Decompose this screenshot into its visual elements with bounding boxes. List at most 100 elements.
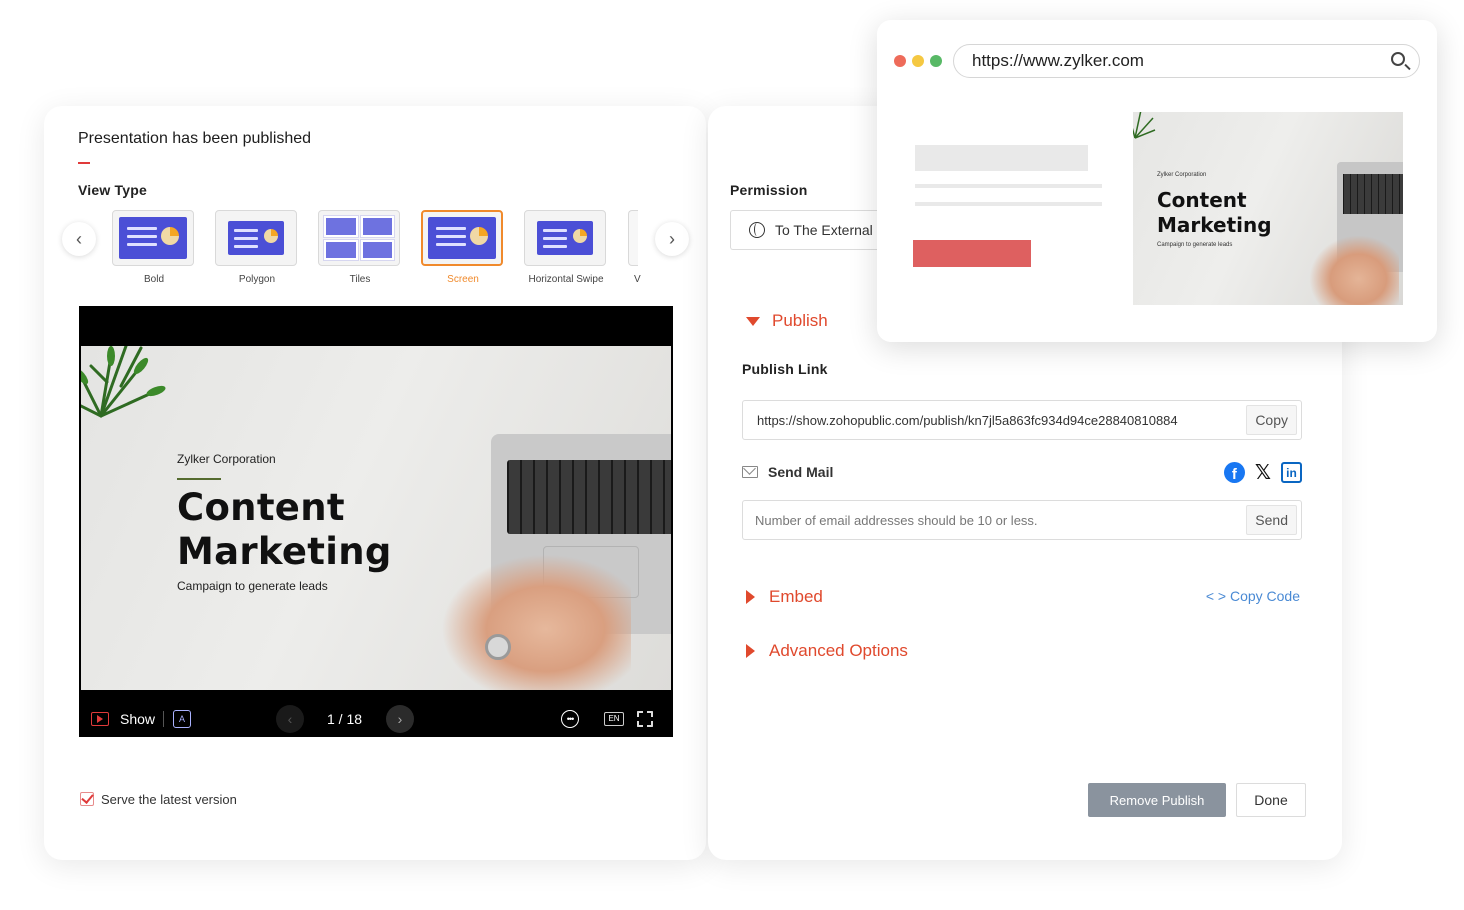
presentation-player: Zylker Corporation Content Marketing Cam… [79,306,673,737]
slide-divider [177,478,221,480]
view-type-partial-thumbnail[interactable] [628,210,638,266]
more-options-icon[interactable]: ••• [561,709,579,728]
fullscreen-icon[interactable] [637,710,653,727]
show-button[interactable]: Show [120,711,155,727]
window-maximize-dot [930,55,942,67]
globe-icon [749,222,765,238]
view-type-bold[interactable]: Bold [112,210,196,285]
browser-preview-window: https://www.zylker.com Zylker Corporatio… [877,20,1437,342]
embedded-slide-corporation: Zylker Corporation [1157,172,1207,178]
view-type-thumbnail [524,210,606,266]
remove-publish-button[interactable]: Remove Publish [1088,783,1226,817]
carousel-prev-button[interactable]: ‹ [62,222,96,256]
view-type-screen[interactable]: Screen [421,210,505,285]
placeholder-button [913,240,1031,267]
view-type-thumbnail [318,210,400,266]
prev-slide-button[interactable]: ‹ [276,704,304,733]
view-type-label-tiles: Tiles [349,274,371,285]
advanced-options-toggle[interactable]: Advanced Options [746,641,908,661]
embed-section-label: Embed [769,587,823,606]
view-type-label: View Type [78,182,147,198]
view-type-label-horizontal-swipe: Horizontal Swipe [528,274,604,285]
embedded-slide-preview: Zylker Corporation Content Marketing Cam… [1133,112,1403,305]
caret-down-icon [746,316,760,326]
view-type-thumbnail [112,210,194,266]
email-input[interactable] [743,512,1247,528]
slide-preview: Zylker Corporation Content Marketing Cam… [81,346,671,690]
slide-subtitle: Campaign to generate leads [177,579,328,593]
placeholder-line [915,184,1102,188]
window-close-dot [894,55,906,67]
window-minimize-dot [912,55,924,67]
facebook-icon[interactable]: f [1223,462,1245,483]
slide-thumbnail-icon [537,221,593,255]
translate-icon[interactable]: A [173,709,191,728]
embed-section-toggle[interactable]: Embed [746,587,823,607]
slide-heading-line1: Content [177,486,345,529]
serve-latest-label: Serve the latest version [101,792,237,807]
carousel-next-button[interactable]: › [655,222,689,256]
slide-heading: Content Marketing [177,486,392,574]
hands-image [441,554,631,690]
title-underline [78,162,90,164]
embedded-heading-line1: Content [1157,188,1247,212]
view-type-thumbnail-active [421,210,503,266]
chevron-right-icon: › [397,710,403,727]
caret-right-icon [746,644,755,658]
publish-section-toggle[interactable]: Publish [746,311,828,331]
view-type-tiles[interactable]: Tiles [318,210,402,285]
watch-image [485,634,511,660]
publish-section-label: Publish [772,311,828,330]
search-icon[interactable] [1391,52,1405,66]
view-type-label-bold: Bold [143,274,164,285]
slide-heading-line2: Marketing [177,530,392,573]
advanced-options-label: Advanced Options [769,641,908,660]
mail-icon [742,466,758,478]
send-mail-label: Send Mail [768,464,834,480]
email-field[interactable]: Send [742,500,1302,540]
slide-thumbnail-icon [428,217,496,259]
slide-thumbnail-icon [119,217,187,259]
send-mail-row: Send Mail f 𝕏 in [742,462,1302,484]
publish-link-label: Publish Link [742,361,828,377]
permission-label: Permission [730,182,808,198]
view-type-polygon[interactable]: Polygon [215,210,299,285]
x-twitter-icon[interactable]: 𝕏 [1255,460,1271,485]
controls-divider [163,710,164,727]
publish-link-value[interactable]: https://show.zohopublic.com/publish/kn7j… [743,413,1246,428]
placeholder-line [915,202,1102,206]
view-type-label-partial: V [634,274,641,285]
chevron-right-icon: › [669,228,675,249]
embedded-slide-heading: Content Marketing [1157,188,1272,238]
copy-code-link[interactable]: < > Copy Code [1206,588,1300,604]
slide-corporation: Zylker Corporation [177,452,276,466]
social-share: f 𝕏 in [1223,460,1302,485]
send-button[interactable]: Send [1246,505,1297,535]
plant-decoration-icon [1133,112,1156,139]
done-button[interactable]: Done [1236,783,1306,817]
tiles-thumbnail-icon [323,215,395,261]
stage: Presentation has been published View Typ… [0,0,1464,910]
placeholder-block [915,145,1088,171]
dialog-title: Presentation has been published [78,130,312,147]
show-icon[interactable] [91,711,109,726]
plant-decoration-icon [81,346,166,418]
slide-thumbnail-icon [228,221,284,255]
copy-link-button[interactable]: Copy [1246,405,1297,435]
chevron-left-icon: ‹ [287,710,293,727]
chevron-left-icon: ‹ [76,228,82,249]
page-indicator: 1 / 18 [327,710,363,727]
view-type-thumbnail [215,210,297,266]
next-slide-button[interactable]: › [386,704,414,733]
publish-link-field[interactable]: https://show.zohopublic.com/publish/kn7j… [742,400,1302,440]
embedded-heading-line2: Marketing [1157,213,1272,237]
view-type-horizontal-swipe[interactable]: Horizontal Swipe [524,210,608,285]
browser-url: https://www.zylker.com [972,51,1144,70]
serve-latest-checkbox[interactable] [80,792,94,806]
view-type-label-polygon: Polygon [238,274,276,285]
player-controls: Show A ‹ 1 / 18 › ••• EN [79,700,673,737]
permission-value: To The External [775,222,873,238]
captions-icon[interactable]: EN [604,711,624,726]
linkedin-icon[interactable]: in [1281,462,1302,483]
browser-url-bar[interactable]: https://www.zylker.com [953,44,1420,78]
